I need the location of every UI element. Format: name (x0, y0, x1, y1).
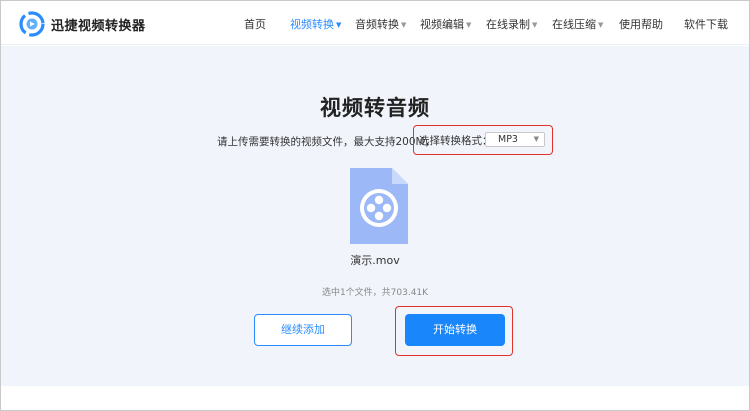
caret-down-icon: ▼ (466, 21, 472, 29)
nav-help-label: 使用帮助 (619, 18, 663, 31)
nav-online-record[interactable]: 在线录制 ▼ (486, 16, 537, 32)
page-title: 视频转音频 (320, 96, 430, 120)
caret-down-icon: ▼ (598, 21, 604, 29)
nav-download[interactable]: 软件下载 (684, 16, 728, 32)
nav-home[interactable]: 首页 (244, 16, 266, 32)
footer-strip (1, 386, 749, 410)
brand-name[interactable]: 迅捷视频转换器 (51, 15, 146, 34)
nav-video-convert-label: 视频转换 (290, 18, 334, 31)
converter-panel: 视频转音频 请上传需要转换的视频文件，最大支持200M， 选择转换格式： MP3… (1, 46, 749, 386)
nav-home-label: 首页 (244, 18, 266, 31)
nav-audio-convert[interactable]: 音频转换 ▼ (355, 16, 406, 32)
caret-down-icon: ▼ (401, 21, 407, 29)
format-select[interactable]: MP3 ▼ (485, 132, 545, 147)
format-select-value: MP3 (498, 134, 518, 145)
nav-video-edit[interactable]: 视频编辑 ▼ (420, 16, 471, 32)
app-frame: 迅捷视频转换器 首页 视频转换 ▼ 音频转换 ▼ 视频编辑 ▼ 在线录制 ▼ 在线压缩 ▼… (0, 0, 750, 411)
add-more-button[interactable]: 继续添加 (254, 314, 352, 346)
start-convert-button[interactable]: 开始转换 (405, 314, 505, 346)
nav-video-convert[interactable]: 视频转换 ▼ (290, 16, 341, 32)
app-logo-icon[interactable] (19, 11, 45, 37)
nav-online-compress-label: 在线压缩 (552, 18, 596, 31)
nav-audio-convert-label: 音频转换 (355, 18, 399, 31)
video-file-icon[interactable] (348, 166, 410, 246)
caret-down-icon: ▼ (336, 21, 342, 29)
file-summary: 选中1个文件，共703.41K (321, 288, 429, 298)
format-highlight-box: 选择转换格式： MP3 ▼ (413, 125, 553, 155)
caret-down-icon: ▼ (532, 21, 538, 29)
file-name: 演示.mov (350, 254, 400, 267)
caret-down-icon: ▼ (533, 135, 539, 143)
nav-online-record-label: 在线录制 (486, 18, 530, 31)
nav-online-compress[interactable]: 在线压缩 ▼ (552, 16, 603, 32)
upload-hint: 请上传需要转换的视频文件，最大支持200M， (217, 136, 436, 148)
nav-video-edit-label: 视频编辑 (420, 18, 464, 31)
format-label: 选择转换格式： (419, 135, 493, 147)
nav-help[interactable]: 使用帮助 (619, 16, 663, 32)
nav-download-label: 软件下载 (684, 18, 728, 31)
top-header: 迅捷视频转换器 首页 视频转换 ▼ 音频转换 ▼ 视频编辑 ▼ 在线录制 ▼ 在线压缩 ▼… (1, 1, 749, 45)
